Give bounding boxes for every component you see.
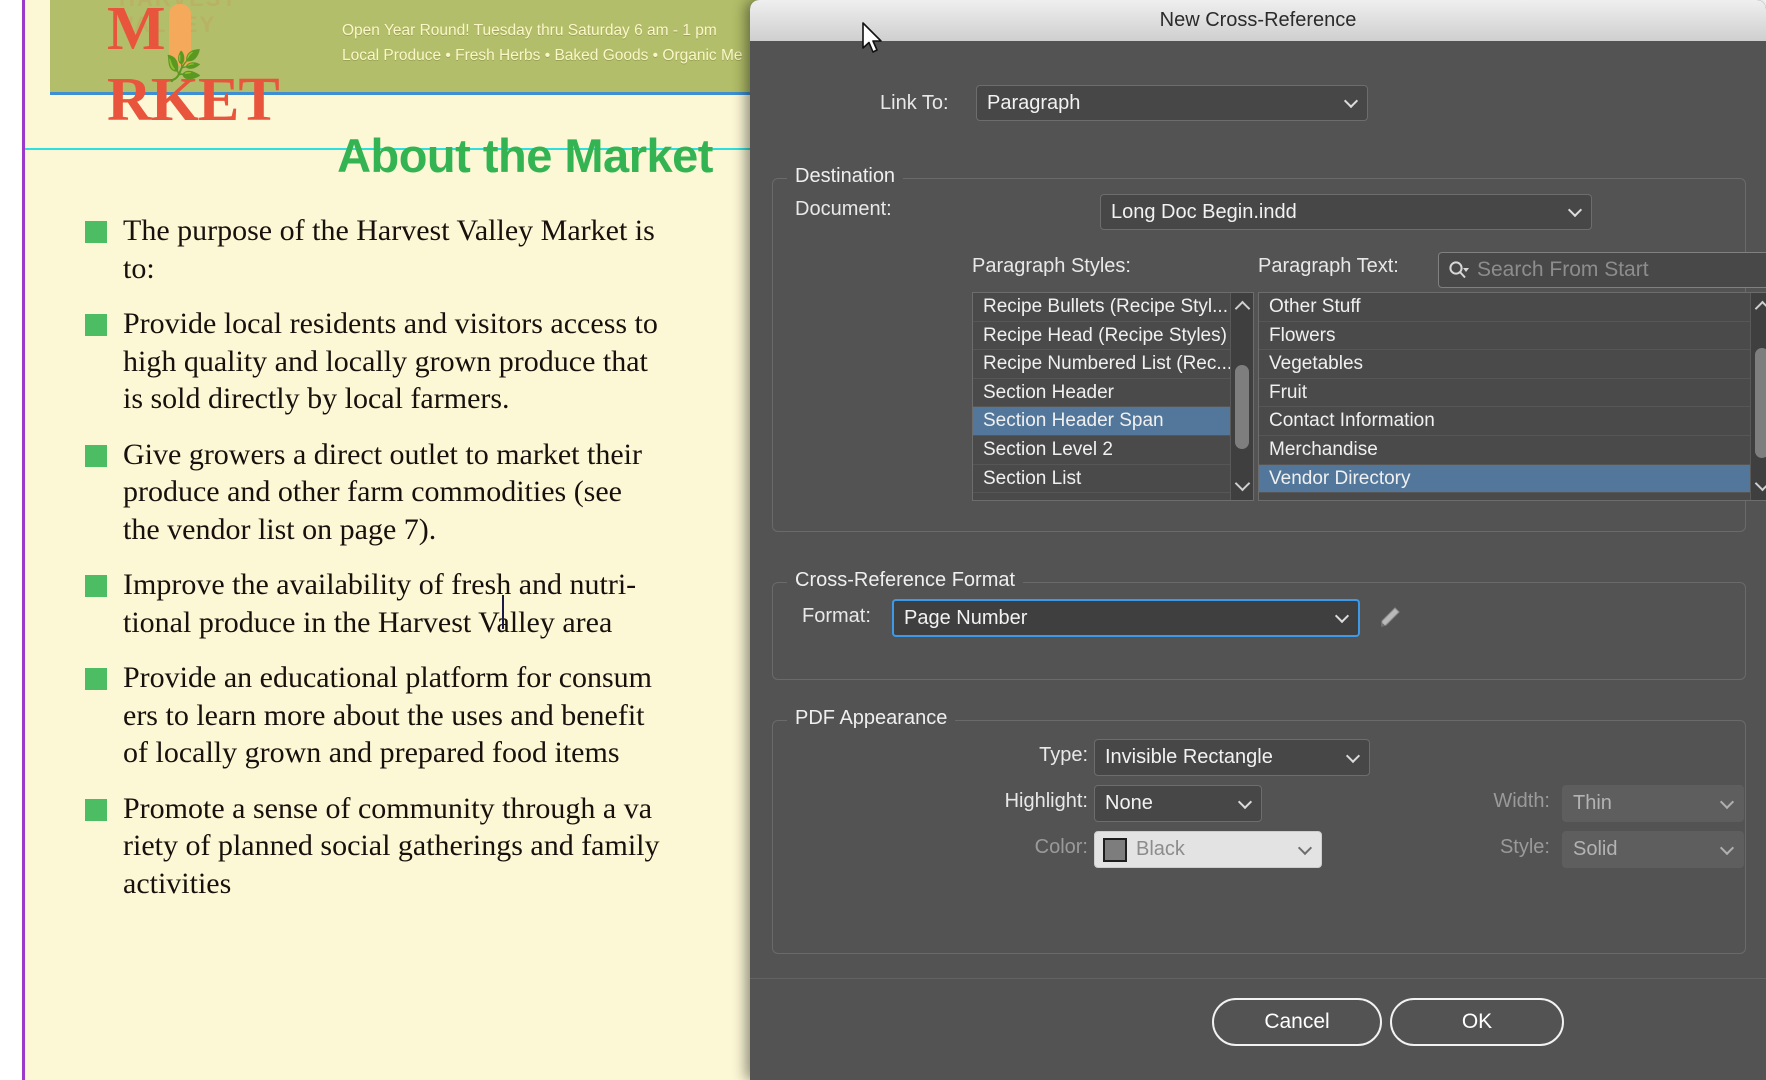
type-label: Type: <box>1039 744 1088 766</box>
bullet-square-icon <box>85 668 107 690</box>
link-to-label: Link To: <box>880 92 949 114</box>
bullet-square-icon <box>85 221 107 243</box>
link-to-select[interactable]: Paragraph <box>976 85 1368 121</box>
color-value: Black <box>1136 838 1185 860</box>
list-item[interactable]: Contact Information <box>1259 407 1753 436</box>
cancel-button-label: Cancel <box>1264 1010 1330 1033</box>
banner-tagline-line2: Local Produce • Fresh Herbs • Baked Good… <box>342 47 743 64</box>
bullet-square-icon <box>85 798 107 821</box>
paragraph-styles-scrollbar[interactable] <box>1230 293 1253 500</box>
document-select[interactable]: Long Doc Begin.indd <box>1100 194 1592 230</box>
chevron-down-icon <box>1336 610 1349 623</box>
type-value: Invisible Rectangle <box>1105 746 1273 768</box>
bullet-square-icon <box>85 444 107 467</box>
list-item[interactable]: Vegetables <box>1259 350 1753 379</box>
search-icon <box>1449 261 1469 279</box>
highlight-value: None <box>1105 792 1153 814</box>
list-item[interactable]: Section Header <box>973 379 1233 408</box>
highlight-select[interactable]: None <box>1094 785 1262 822</box>
scroll-up-icon[interactable] <box>1751 296 1766 318</box>
width-label: Width: <box>1493 790 1550 812</box>
list-item[interactable]: Merchandise <box>1259 436 1753 465</box>
format-label: Format: <box>802 605 871 627</box>
chevron-down-icon <box>1721 842 1734 855</box>
list-item[interactable]: Recipe Head (Recipe Styles) <box>973 322 1233 351</box>
chevron-down-icon <box>1345 95 1358 108</box>
logo-main-text: M RKET <box>107 0 280 134</box>
color-swatch-icon <box>1103 837 1127 862</box>
mouse-cursor <box>862 22 882 53</box>
list-item[interactable]: Section Level 2 <box>973 436 1233 465</box>
bullet-square-icon <box>85 575 107 597</box>
ok-button[interactable]: OK <box>1390 998 1564 1046</box>
style-label: Style: <box>1499 836 1550 858</box>
chevron-down-icon <box>1347 750 1360 763</box>
chevron-down-icon <box>1299 842 1312 855</box>
dialog-title: New Cross-Reference <box>1159 9 1357 31</box>
scroll-down-icon[interactable] <box>1231 475 1253 497</box>
market-logo: HARVEST VALLEY M RKET 🌿 <box>85 0 315 134</box>
xref-format-legend: Cross-Reference Format <box>787 569 1024 592</box>
format-select[interactable]: Page Number <box>892 599 1360 637</box>
document-label: Document: <box>795 198 892 220</box>
format-value: Page Number <box>904 606 1028 629</box>
style-select[interactable]: Solid <box>1562 831 1744 868</box>
ok-button-label: OK <box>1461 1010 1493 1033</box>
list-item[interactable]: Section Header Span <box>973 407 1233 436</box>
scrollbar-thumb[interactable] <box>1755 348 1766 458</box>
list-item[interactable]: Section List <box>973 465 1233 494</box>
scroll-down-icon[interactable] <box>1751 475 1766 497</box>
link-to-value: Paragraph <box>987 91 1081 114</box>
width-select[interactable]: Thin <box>1562 785 1744 822</box>
destination-legend: Destination <box>787 165 904 188</box>
pdf-appearance-legend: PDF Appearance <box>787 707 956 730</box>
paragraph-text-label: Paragraph Text: <box>1258 255 1399 277</box>
width-value: Thin <box>1573 792 1612 814</box>
scrollbar-thumb[interactable] <box>1235 365 1249 449</box>
paragraph-styles-label: Paragraph Styles: <box>972 255 1131 277</box>
search-placeholder: Search From Start <box>1477 258 1649 281</box>
new-cross-reference-dialog[interactable]: New Cross-Reference Link To: Paragraph D… <box>750 0 1766 1080</box>
list-item[interactable]: Flowers <box>1259 322 1753 351</box>
banner-tagline-line1: Open Year Round! Tuesday thru Saturday 6… <box>342 22 717 39</box>
chevron-down-icon <box>1569 204 1582 217</box>
paragraph-text-scrollbar[interactable] <box>1750 293 1766 500</box>
color-select[interactable]: Black <box>1094 831 1322 868</box>
banner-tagline: Open Year Round! Tuesday thru Saturday 6… <box>342 18 743 68</box>
cancel-button[interactable]: Cancel <box>1212 998 1382 1046</box>
chevron-down-icon <box>1721 796 1734 809</box>
type-select[interactable]: Invisible Rectangle <box>1094 739 1370 776</box>
edit-format-pencil-icon[interactable] <box>1378 604 1404 630</box>
list-item[interactable]: Vendor Directory <box>1259 464 1753 494</box>
dialog-footer-divider <box>750 978 1766 979</box>
paragraph-text-listbox[interactable]: Other Stuff Flowers Vegetables Fruit Contact… <box>1258 292 1766 501</box>
paragraph-styles-listbox[interactable]: Recipe Bullets (Recipe Styl... Recipe Hea… <box>972 292 1254 501</box>
carrot-greens-icon: 🌿 <box>165 49 203 84</box>
dialog-titlebar[interactable]: New Cross-Reference <box>750 0 1766 41</box>
list-item[interactable]: Fruit <box>1259 379 1753 408</box>
chevron-down-icon <box>1239 796 1252 809</box>
list-item[interactable]: Other Stuff <box>1259 293 1753 322</box>
highlight-label: Highlight: <box>1004 790 1088 812</box>
scroll-up-icon[interactable] <box>1231 296 1253 318</box>
style-value: Solid <box>1573 838 1618 860</box>
list-item[interactable]: Recipe Numbered List (Rec... <box>973 350 1233 379</box>
bullet-square-icon <box>85 314 107 336</box>
list-item[interactable]: Recipe Bullets (Recipe Styl... <box>973 293 1233 322</box>
color-label: Color: <box>1034 836 1088 858</box>
text-cursor-caret <box>502 595 504 629</box>
document-value: Long Doc Begin.indd <box>1111 200 1297 223</box>
paragraph-text-search-input[interactable]: Search From Start <box>1438 252 1766 288</box>
